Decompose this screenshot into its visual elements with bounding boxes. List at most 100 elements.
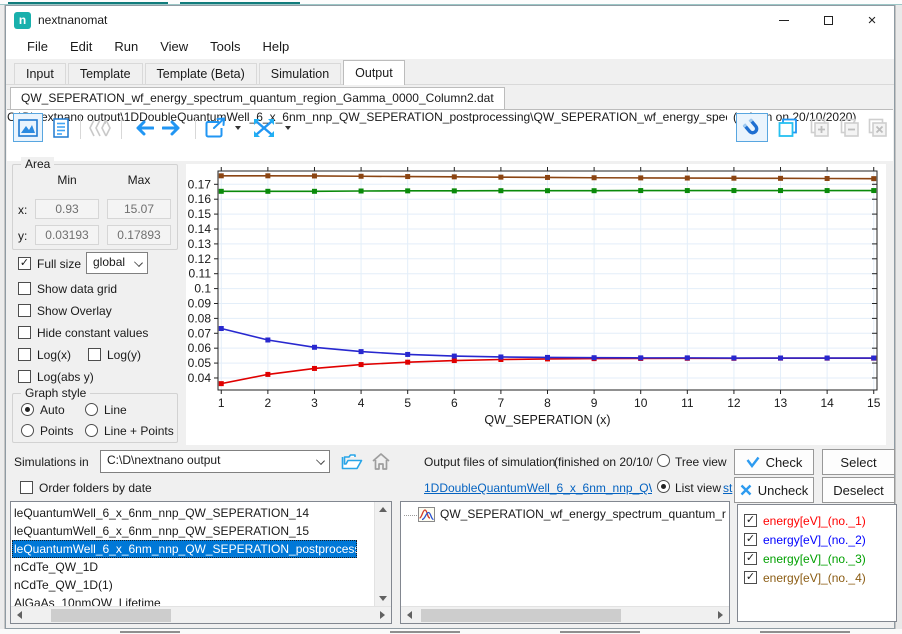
log-abs-y-checkbox[interactable] [18, 370, 31, 383]
full-size-label: Full size [37, 257, 81, 271]
svg-text:2: 2 [265, 396, 272, 410]
menu-file[interactable]: File [16, 36, 59, 57]
series-label: energy[eV]_(no._1) [763, 514, 866, 528]
output-files-listbox[interactable]: QW_SEPERATION_wf_energy_spectrum_quantum… [400, 501, 730, 624]
output-file-item[interactable]: QW_SEPERATION_wf_energy_spectrum_quantum… [438, 505, 726, 523]
export-button[interactable] [199, 113, 231, 142]
svg-text:8: 8 [544, 396, 551, 410]
hide-constant-values-checkbox[interactable] [18, 326, 31, 339]
overlay-stack-button[interactable] [84, 113, 118, 142]
log-y-checkbox[interactable] [88, 348, 101, 361]
vertical-scrollbar[interactable] [374, 502, 391, 606]
x-max-input[interactable] [107, 199, 171, 219]
simulations-path-combobox[interactable]: C:\D\nextnano output [100, 450, 330, 473]
scroll-left-arrow[interactable] [17, 611, 22, 619]
check-button-label: Check [766, 455, 803, 470]
menu-help[interactable]: Help [252, 36, 301, 57]
home-button[interactable] [367, 448, 394, 475]
scope-select-value: global [93, 255, 125, 269]
folder-listbox[interactable]: leQuantumWell_6_x_6nm_nnp_QW_SEPERATION_… [10, 501, 392, 624]
chevron-down-icon [134, 258, 143, 267]
full-size-checkbox[interactable]: ✓ [18, 257, 31, 270]
series-list-panel[interactable]: ✓ energy[eV]_(no._1) ✓ energy[eV]_(no._2… [737, 504, 897, 622]
uncheck-button[interactable]: Uncheck [734, 477, 814, 503]
close-view-button[interactable] [864, 113, 892, 142]
chart-view-icon [17, 117, 39, 139]
simulation-link[interactable]: 1DDoubleQuantumWell_6_x_6nm_nnp_QW_SEP [424, 481, 652, 495]
scroll-left-arrow[interactable] [407, 611, 412, 619]
scope-select[interactable]: global [86, 252, 148, 274]
remove-view-button[interactable] [836, 113, 864, 142]
folder-item[interactable]: nCdTe_QW_1D [12, 558, 357, 576]
menu-edit[interactable]: Edit [59, 36, 103, 57]
scrollbar-thumb[interactable] [51, 609, 171, 622]
tab-simulation[interactable]: Simulation [259, 63, 341, 84]
horizontal-scrollbar[interactable] [401, 606, 729, 623]
folder-item-selected[interactable]: leQuantumWell_6_x_6nm_nnp_QW_SEPERATION_… [12, 540, 357, 558]
text-view-button[interactable] [46, 113, 76, 142]
svg-text:0.05: 0.05 [188, 356, 212, 370]
y-min-input[interactable] [35, 225, 99, 245]
deselect-button-label: Deselect [833, 483, 884, 498]
scroll-right-arrow[interactable] [718, 611, 723, 619]
show-data-grid-checkbox[interactable] [18, 282, 31, 295]
menu-view[interactable]: View [149, 36, 199, 57]
text-view-icon [51, 117, 71, 139]
horizontal-scrollbar[interactable] [11, 606, 391, 623]
check-button[interactable]: Check [734, 449, 814, 475]
x-min-input[interactable] [35, 199, 99, 219]
scroll-up-arrow[interactable] [379, 507, 387, 512]
list-view-radio[interactable] [657, 480, 670, 493]
x-axis-label: x: [18, 203, 27, 217]
hide-constant-values-label: Hide constant values [37, 326, 148, 340]
series-row[interactable]: ✓ energy[eV]_(no._3) [744, 549, 866, 568]
tree-view-radio[interactable] [657, 454, 670, 467]
tab-template[interactable]: Template [68, 63, 143, 84]
navigate-back-button[interactable] [125, 113, 157, 142]
select-button[interactable]: Select [822, 449, 895, 475]
graph-style-points-radio[interactable] [21, 424, 34, 437]
scroll-down-arrow[interactable] [379, 596, 387, 601]
scrollbar-thumb[interactable] [421, 609, 621, 622]
export-dropdown-caret[interactable] [235, 126, 241, 130]
series-checkbox[interactable]: ✓ [744, 533, 757, 546]
tab-input[interactable]: Input [14, 63, 66, 84]
series-row[interactable]: ✓ energy[eV]_(no._2) [744, 530, 866, 549]
series-checkbox[interactable]: ✓ [744, 514, 757, 527]
scroll-right-arrow[interactable] [380, 611, 385, 619]
folder-item[interactable]: leQuantumWell_6_x_6nm_nnp_QW_SEPERATION_… [12, 522, 357, 540]
log-x-checkbox[interactable] [18, 348, 31, 361]
graph-style-line-radio[interactable] [85, 403, 98, 416]
add-view-button[interactable] [806, 113, 834, 142]
tab-template-beta[interactable]: Template (Beta) [145, 63, 257, 84]
navigate-forward-button[interactable] [159, 113, 191, 142]
close-button[interactable]: × [850, 6, 894, 34]
x-icon [740, 484, 752, 496]
series-row[interactable]: ✓ energy[eV]_(no._4) [744, 568, 866, 587]
log-y-label: Log(y) [107, 348, 141, 362]
energy-spectrum-chart[interactable]: 1234567891011121314150.040.050.060.070.0… [186, 164, 886, 445]
chart-view-button[interactable] [13, 113, 43, 142]
fit-to-window-button[interactable] [247, 113, 281, 142]
minimize-button[interactable] [762, 6, 806, 34]
folder-item[interactable]: leQuantumWell_6_x_6nm_nnp_QW_SEPERATION_… [12, 504, 357, 522]
menu-run[interactable]: Run [103, 36, 149, 57]
menu-tools[interactable]: Tools [199, 36, 251, 57]
series-checkbox[interactable]: ✓ [744, 571, 757, 584]
folder-item[interactable]: nCdTe_QW_1D(1) [12, 576, 357, 594]
y-max-input[interactable] [107, 225, 171, 245]
document-tab[interactable]: QW_SEPERATION_wf_energy_spectrum_quantum… [10, 87, 505, 109]
series-row[interactable]: ✓ energy[eV]_(no._1) [744, 511, 866, 530]
graph-style-auto-radio[interactable] [21, 403, 34, 416]
series-checkbox[interactable]: ✓ [744, 552, 757, 565]
browse-folder-button[interactable] [338, 448, 365, 475]
maximize-button[interactable] [806, 6, 850, 34]
order-folders-checkbox[interactable] [20, 481, 33, 494]
graph-style-line-points-radio[interactable] [85, 424, 98, 437]
fit-dropdown-caret[interactable] [285, 126, 291, 130]
duplicate-view-button[interactable] [773, 113, 803, 142]
show-overlay-checkbox[interactable] [18, 304, 31, 317]
deselect-button[interactable]: Deselect [822, 477, 895, 503]
snap-magnet-button[interactable] [736, 113, 768, 142]
tab-output[interactable]: Output [343, 60, 405, 85]
